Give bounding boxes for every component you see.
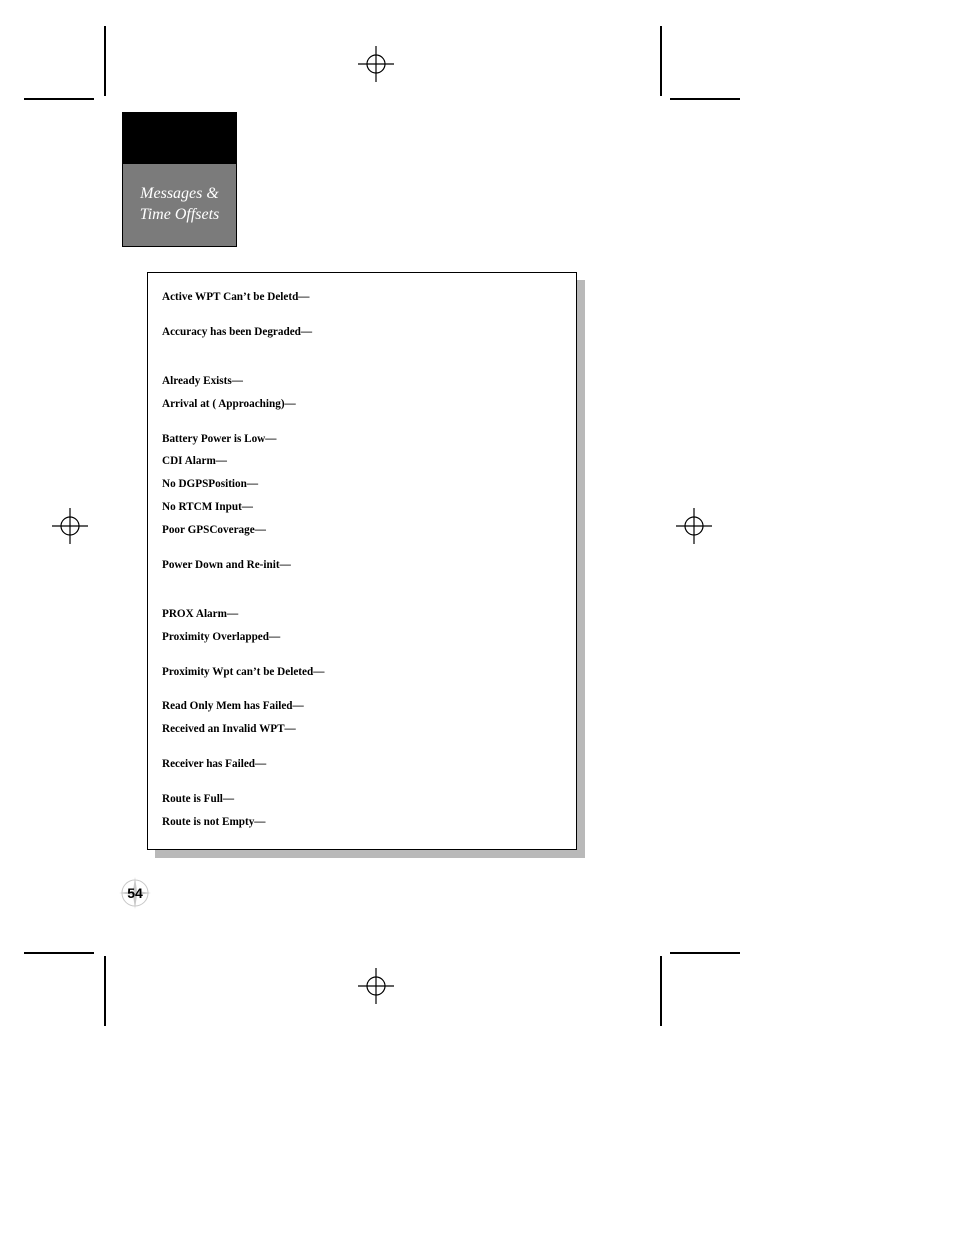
crop-mark [670, 952, 740, 954]
message-item: Poor GPSCoverage— [162, 524, 562, 537]
page-number-badge: 54 [118, 876, 152, 910]
crop-mark [104, 26, 106, 96]
page-number: 54 [127, 885, 143, 901]
message-item: PROX Alarm— [162, 608, 562, 621]
message-item: Accuracy has been Degraded— [162, 326, 562, 339]
crop-mark [660, 26, 662, 96]
message-item: Active WPT Can’t be Deletd— [162, 291, 562, 304]
message-item: Already Exists— [162, 375, 562, 388]
message-item: Power Down and Re-init— [162, 559, 562, 572]
message-item: No DGPSPosition— [162, 478, 562, 491]
page: Messages & Time Offsets Active WPT Can’t… [0, 0, 954, 1235]
register-mark-icon [676, 508, 712, 544]
crop-mark [104, 956, 106, 1026]
register-mark-icon [52, 508, 88, 544]
crop-mark [660, 956, 662, 1026]
message-item: Arrival at ( Approaching)— [162, 398, 562, 411]
message-item: Proximity Overlapped— [162, 631, 562, 644]
message-item: Route is Full— [162, 793, 562, 806]
message-item: Battery Power is Low— [162, 433, 562, 446]
message-item: Route is not Empty— [162, 816, 562, 829]
register-mark-icon [358, 968, 394, 1004]
message-item: Proximity Wpt can’t be Deleted— [162, 666, 562, 679]
crop-mark [24, 98, 94, 100]
crop-mark [24, 952, 94, 954]
section-tab: Messages & Time Offsets [122, 112, 237, 247]
tab-title-box: Messages & Time Offsets [122, 164, 237, 247]
message-item: No RTCM Input— [162, 501, 562, 514]
tab-title-line: Time Offsets [140, 205, 220, 226]
register-mark-icon [358, 46, 394, 82]
message-item: Read Only Mem has Failed— [162, 700, 562, 713]
message-item: CDI Alarm— [162, 455, 562, 468]
message-item: Received an Invalid WPT— [162, 723, 562, 736]
tab-title-line: Messages & [140, 184, 219, 205]
messages-list: Active WPT Can’t be Deletd— Accuracy has… [147, 272, 577, 850]
message-item: Receiver has Failed— [162, 758, 562, 771]
crop-mark [670, 98, 740, 100]
tab-black-header [122, 112, 237, 164]
